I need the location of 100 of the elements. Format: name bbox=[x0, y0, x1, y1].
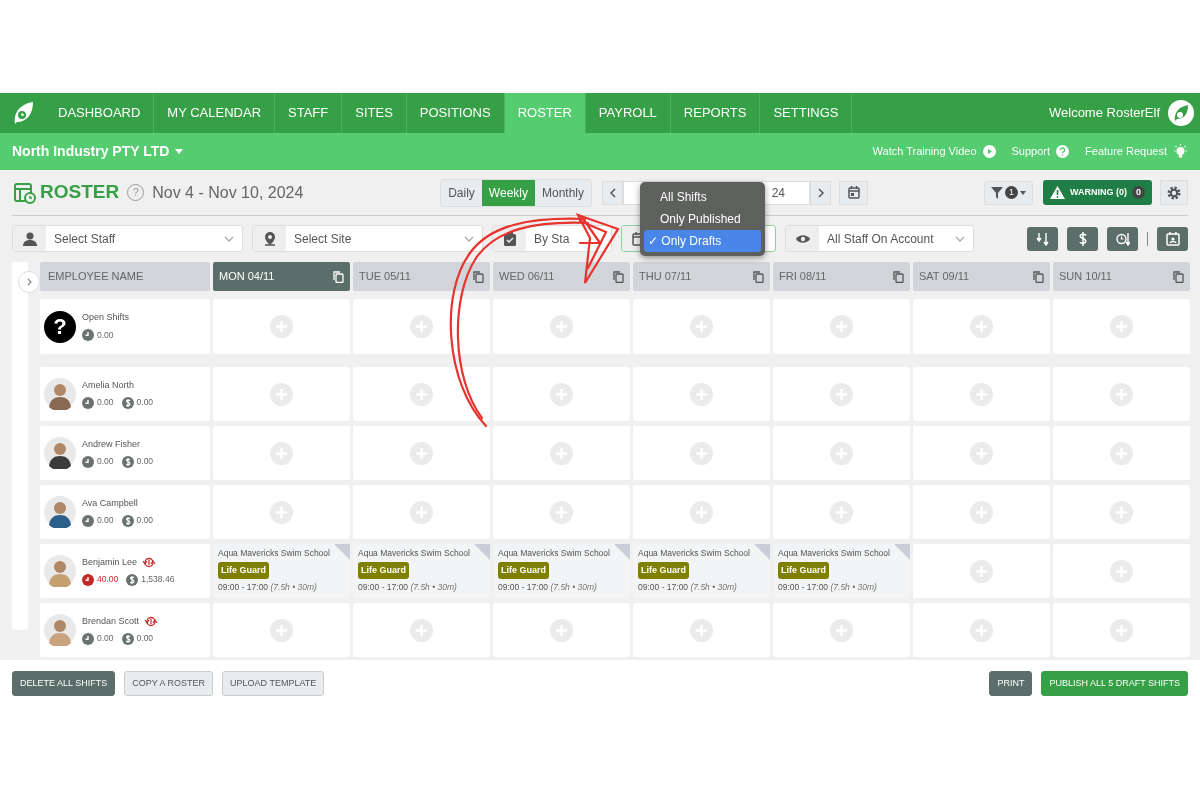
hours-value: 40.00 bbox=[97, 573, 119, 587]
employee-name[interactable]: Open Shifts bbox=[82, 311, 130, 325]
employee-name[interactable]: Ava Campbell bbox=[82, 496, 138, 511]
clock-sort-icon bbox=[1115, 231, 1130, 246]
pay-value: 0.00 bbox=[136, 455, 154, 469]
pay-value: 0.00 bbox=[136, 514, 154, 528]
copy-icon[interactable] bbox=[1033, 270, 1044, 283]
warning-count: 0 bbox=[1132, 186, 1145, 199]
avatar bbox=[44, 496, 76, 528]
chevron-right-icon bbox=[26, 278, 32, 286]
filter-button[interactable]: 1 bbox=[984, 180, 1033, 205]
sort-button[interactable] bbox=[1027, 226, 1058, 251]
employee-name[interactable]: Amelia North bbox=[82, 378, 135, 393]
view-toggle[interactable]: Monthly bbox=[534, 179, 591, 206]
expand-button[interactable] bbox=[18, 271, 40, 293]
play-icon bbox=[982, 145, 996, 158]
dropdown-option[interactable]: Only Published bbox=[644, 208, 761, 230]
view-toggle[interactable]: Daily bbox=[441, 179, 482, 206]
caret-icon bbox=[1020, 190, 1026, 195]
footer-button[interactable]: UPLOAD TEMPLATE bbox=[222, 670, 325, 697]
footer-button[interactable]: PRINT bbox=[989, 670, 1033, 697]
site-select[interactable]: Select Site bbox=[252, 225, 483, 252]
shift-time: 09:00 - 17:00 (7.5h • 30m) bbox=[358, 581, 458, 594]
pay-value: 0.00 bbox=[136, 396, 154, 410]
copy-icon[interactable] bbox=[613, 270, 624, 283]
calendar-icon bbox=[847, 186, 860, 199]
shift-time: 09:00 - 17:00 (7.5h • 30m) bbox=[218, 581, 318, 594]
site-name: Aqua Mavericks Swim School bbox=[358, 547, 471, 560]
hours-value: 0.00 bbox=[97, 455, 114, 469]
column-header[interactable]: THU 07/11 bbox=[633, 262, 770, 291]
staff-select[interactable]: Select Staff bbox=[12, 225, 243, 252]
calendar-button[interactable] bbox=[839, 180, 868, 205]
date-range: Nov 4 - Nov 10, 2024 bbox=[152, 182, 304, 203]
chevron-down-icon bbox=[464, 235, 474, 242]
position-tag: Life Guard bbox=[358, 561, 409, 580]
copy-icon[interactable] bbox=[473, 270, 484, 283]
next-button[interactable] bbox=[810, 180, 831, 205]
filter-count: 1 bbox=[1005, 186, 1018, 199]
hours-value: 0.00 bbox=[97, 632, 114, 646]
hours-value: 0.00 bbox=[97, 514, 114, 528]
calendar-icon bbox=[1165, 231, 1180, 246]
site-name: Aqua Mavericks Swim School bbox=[218, 547, 331, 560]
eye-select[interactable]: All Staff On Account bbox=[785, 225, 974, 252]
pin-icon bbox=[262, 231, 277, 246]
position-tag: Life Guard bbox=[778, 561, 829, 580]
copy-icon[interactable] bbox=[1173, 270, 1184, 283]
page-title: ROSTER bbox=[40, 180, 120, 205]
copy-icon[interactable] bbox=[333, 270, 344, 283]
dollar-icon bbox=[126, 573, 139, 586]
calendar-view-button[interactable] bbox=[1157, 226, 1188, 251]
shift-card[interactable]: Aqua Mavericks Swim School Life Guard 09:00 - 17:00 (7.5h • 30m) bbox=[773, 544, 910, 598]
footer-button[interactable]: PUBLISH ALL 5 DRAFT SHIFTS bbox=[1041, 670, 1188, 697]
site-name: Aqua Mavericks Swim School bbox=[778, 547, 891, 560]
shift-card[interactable]: Aqua Mavericks Swim School Life Guard 09:00 - 17:00 (7.5h • 30m) bbox=[213, 544, 350, 598]
column-header[interactable]: SAT 09/11 bbox=[913, 262, 1050, 291]
pay-value: 1,538.46 bbox=[141, 573, 175, 587]
clock-sort-button[interactable] bbox=[1107, 226, 1138, 251]
open-shifts-icon: ? bbox=[44, 310, 76, 343]
column-header[interactable]: MON 04/11 bbox=[213, 262, 350, 291]
leaf-icon bbox=[1168, 100, 1194, 126]
warning-icon bbox=[1050, 186, 1065, 199]
column-header[interactable]: WED 06/11 bbox=[493, 262, 630, 291]
hours-value: 0.00 bbox=[97, 396, 114, 410]
employee-name[interactable]: Benjamin Lee bbox=[82, 555, 138, 570]
avatar bbox=[44, 437, 76, 469]
chevron-right-icon bbox=[817, 187, 824, 198]
pay-value: 0.00 bbox=[136, 632, 154, 646]
site-name: Aqua Mavericks Swim School bbox=[638, 547, 751, 560]
dollar-icon bbox=[121, 396, 134, 409]
column-header: EMPLOYEE NAME bbox=[40, 262, 210, 291]
column-header[interactable]: FRI 08/11 bbox=[773, 262, 910, 291]
dollar-icon bbox=[121, 632, 134, 645]
roster-icon bbox=[14, 181, 36, 204]
shift-card[interactable]: Aqua Mavericks Swim School Life Guard 09:00 - 17:00 (7.5h • 30m) bbox=[633, 544, 770, 598]
column-header[interactable]: TUE 05/11 bbox=[353, 262, 490, 291]
dropdown-option[interactable]: All Shifts bbox=[644, 186, 761, 208]
copy-icon[interactable] bbox=[893, 270, 904, 283]
shift-card[interactable]: Aqua Mavericks Swim School Life Guard 09:00 - 17:00 (7.5h • 30m) bbox=[493, 544, 630, 598]
footer-button[interactable]: DELETE ALL SHIFTS bbox=[12, 670, 116, 697]
chevron-down-icon bbox=[955, 235, 965, 242]
shift-card[interactable]: Aqua Mavericks Swim School Life Guard 09:00 - 17:00 (7.5h • 30m) bbox=[353, 544, 490, 598]
column-header[interactable]: SUN 10/11 bbox=[1053, 262, 1190, 291]
position-tag: Life Guard bbox=[638, 561, 689, 580]
warning-button[interactable]: WARNING (0) 0 bbox=[1043, 180, 1152, 205]
settings-button[interactable] bbox=[1160, 180, 1188, 205]
footer-button[interactable]: COPY A ROSTER bbox=[124, 670, 214, 697]
hours-value: 0.00 bbox=[97, 328, 114, 342]
chevron-left-icon bbox=[609, 187, 616, 198]
view-toggle[interactable]: Weekly bbox=[481, 179, 535, 206]
employee-name[interactable]: Andrew Fisher bbox=[82, 437, 141, 452]
dollar-icon bbox=[121, 455, 134, 468]
previous-button[interactable] bbox=[602, 180, 623, 205]
shift-time: 09:00 - 17:00 (7.5h • 30m) bbox=[498, 581, 598, 594]
site-name: Aqua Mavericks Swim School bbox=[498, 547, 611, 560]
copy-icon[interactable] bbox=[753, 270, 764, 283]
shift-time: 09:00 - 17:00 (7.5h • 30m) bbox=[778, 581, 878, 594]
employee-name[interactable]: Brendan Scott bbox=[82, 614, 140, 629]
dollar-button[interactable] bbox=[1067, 226, 1098, 251]
dropdown-option[interactable]: ✓ Only Drafts bbox=[644, 230, 761, 252]
sort-icon bbox=[1035, 231, 1050, 246]
